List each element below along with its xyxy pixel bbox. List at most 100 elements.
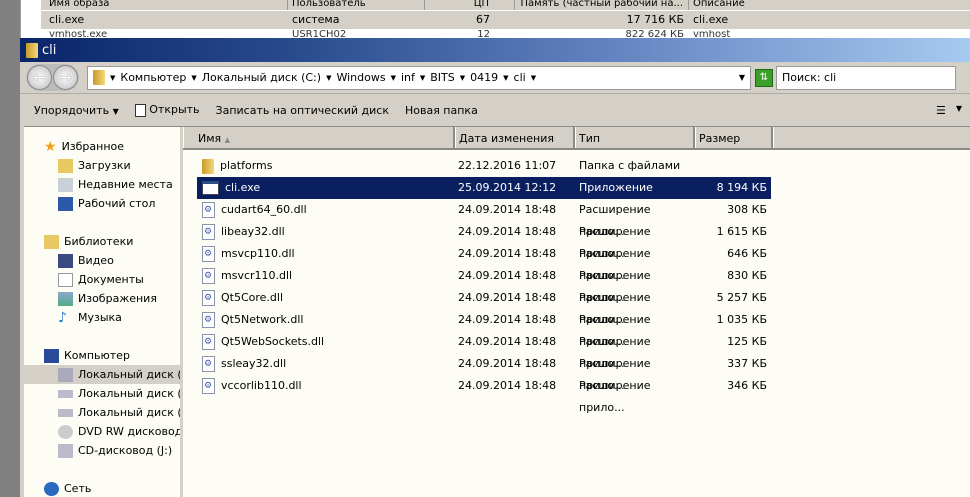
process-row[interactable]: cli.exe система 67 17 716 КБ cli.exe [41, 11, 970, 29]
column-size[interactable]: Размер [695, 127, 773, 148]
sidebar-libraries[interactable]: Библиотеки [24, 232, 180, 251]
file-name: ssleay32.dll [221, 357, 287, 370]
col-cpu[interactable]: ЦП [425, 0, 515, 10]
file-row[interactable]: vccorlib110.dll 24.09.2014 18:48 Расшире… [197, 375, 771, 414]
file-row[interactable]: ssleay32.dll 24.09.2014 18:48 Расширение… [197, 353, 771, 392]
organize-label: Упорядочить [34, 103, 110, 117]
forward-button[interactable]: → [53, 65, 78, 90]
organize-button[interactable]: Упорядочить ▼ [34, 104, 119, 117]
file-date: 24.09.2014 18:48 [458, 247, 557, 260]
sidebar-favorites[interactable]: ★ Избранное [24, 137, 180, 156]
crumb-inf[interactable]: inf [401, 71, 415, 84]
col-memory[interactable]: Память (частный рабочий на... [515, 0, 689, 10]
view-dropdown[interactable]: ▼ [956, 104, 962, 117]
sidebar-item-downloads[interactable]: Загрузки [24, 156, 180, 175]
file-size: 337 КБ [727, 357, 767, 370]
file-row[interactable]: msvcp110.dll 24.09.2014 18:48 Расширение… [197, 243, 771, 282]
title-bar[interactable]: cli [20, 38, 970, 62]
file-date: 24.09.2014 18:48 [458, 203, 557, 216]
file-type: Расширение прило... [579, 357, 651, 392]
sidebar-item-disk-c[interactable]: Локальный диск (C:) [24, 365, 180, 384]
file-row[interactable]: Qt5Network.dll 24.09.2014 18:48 Расширен… [197, 309, 771, 348]
sidebar-item-music[interactable]: ♪ Музыка [24, 308, 180, 327]
file-type: Расширение прило... [579, 379, 651, 414]
crumb-windows[interactable]: Windows [336, 71, 385, 84]
sidebar-computer[interactable]: Компьютер [24, 346, 180, 365]
file-date: 25.09.2014 12:12 [458, 181, 557, 194]
open-button[interactable]: Открыть [134, 103, 200, 117]
address-bar-row: ← → ▼ Компьютер ▼ Локальный диск (C:) ▼ Wi… [20, 62, 970, 94]
column-type[interactable]: Тип [575, 127, 695, 148]
burn-button[interactable]: Записать на оптический диск [216, 104, 389, 117]
file-size: 308 КБ [727, 203, 767, 216]
file-row[interactable]: cli.exe 25.09.2014 12:12 Приложение 8 19… [197, 177, 771, 199]
sidebar-label: Видео [78, 254, 114, 267]
chevron-icon[interactable]: ▼ [460, 74, 465, 82]
sidebar-label: Музыка [78, 311, 122, 324]
file-row[interactable]: Qt5WebSockets.dll 24.09.2014 18:48 Расши… [197, 331, 771, 370]
process-row[interactable]: vmhost.exe USR1CH02 12 822 624 КБ vmhost [41, 30, 970, 38]
refresh-button[interactable]: ⇅ [755, 68, 773, 87]
file-row[interactable]: msvcr110.dll 24.09.2014 18:48 Расширение… [197, 265, 771, 304]
sidebar-item-desktop[interactable]: Рабочий стол [24, 194, 180, 213]
file-name: libeay32.dll [221, 225, 285, 238]
crumb-bits[interactable]: BITS [430, 71, 455, 84]
sort-up-icon: ▲ [224, 136, 231, 144]
dll-file-icon [202, 221, 215, 243]
column-date[interactable]: Дата изменения [455, 127, 575, 148]
address-history-dropdown[interactable]: ▼ [739, 73, 745, 82]
col-image-name[interactable]: Имя образа [41, 0, 288, 10]
sidebar-item-disk-d[interactable]: Локальный диск (D:) [24, 384, 180, 403]
col-user[interactable]: Пользователь [288, 0, 425, 10]
folder-icon [202, 158, 214, 174]
crumb-cli[interactable]: cli [514, 71, 526, 84]
column-name[interactable]: Имя ▲ [183, 127, 455, 148]
video-icon [58, 253, 73, 268]
file-size: 346 КБ [727, 379, 767, 392]
view-icon[interactable]: ☰ [936, 104, 946, 117]
sidebar-item-disk-e[interactable]: Локальный диск (E:) [24, 403, 180, 422]
chevron-icon[interactable]: ▼ [191, 74, 196, 82]
sidebar-item-video[interactable]: Видео [24, 251, 180, 270]
crumb-disk-c[interactable]: Локальный диск (C:) [202, 71, 321, 84]
file-size: 1 035 КБ [716, 313, 767, 326]
libraries-icon [44, 234, 59, 249]
back-button[interactable]: ← [27, 65, 52, 90]
sidebar-label: Локальный диск (E:) [78, 406, 180, 419]
sidebar-network[interactable]: Сеть [24, 479, 180, 497]
new-folder-button[interactable]: Новая папка [405, 104, 478, 117]
chevron-icon[interactable]: ▼ [326, 74, 331, 82]
file-row[interactable]: platforms 22.12.2016 11:07 Папка с файла… [197, 155, 771, 177]
sidebar-item-recent[interactable]: Недавние места [24, 175, 180, 194]
sidebar-item-pictures[interactable]: Изображения [24, 289, 180, 308]
file-name: platforms [220, 159, 273, 172]
file-row[interactable]: libeay32.dll 24.09.2014 18:48 Расширение… [197, 221, 771, 260]
sidebar-label: Рабочий стол [78, 197, 156, 210]
chevron-icon[interactable]: ▼ [391, 74, 396, 82]
dll-file-icon [202, 331, 215, 353]
file-date: 24.09.2014 18:48 [458, 335, 557, 348]
process-memory: 17 716 КБ [626, 13, 684, 26]
file-row[interactable]: Qt5Core.dll 24.09.2014 18:48 Расширение … [197, 287, 771, 326]
process-desc: vmhost [693, 30, 731, 38]
file-type: Расширение прило... [579, 269, 651, 304]
sidebar-item-documents[interactable]: Документы [24, 270, 180, 289]
sidebar-label: Избранное [61, 140, 125, 153]
file-date: 24.09.2014 18:48 [458, 379, 557, 392]
crumb-0419[interactable]: 0419 [470, 71, 498, 84]
chevron-icon[interactable]: ▼ [531, 74, 536, 82]
sidebar-item-cd[interactable]: CD-дисковод (J:) [24, 441, 180, 460]
chevron-icon[interactable]: ▼ [110, 74, 115, 82]
sidebar-label: Компьютер [64, 349, 130, 362]
sidebar-item-dvd[interactable]: DVD RW дисковод (F [24, 422, 180, 441]
col-description[interactable]: Описание [689, 0, 745, 10]
file-row[interactable]: cudart64_60.dll 24.09.2014 18:48 Расшире… [197, 199, 771, 238]
chevron-down-icon: ▼ [112, 106, 119, 116]
breadcrumb[interactable]: ▼ Компьютер ▼ Локальный диск (C:) ▼ Window… [87, 65, 751, 90]
chevron-icon[interactable]: ▼ [420, 74, 425, 82]
search-input[interactable]: Поиск: cli [776, 65, 956, 90]
chevron-icon[interactable]: ▼ [503, 74, 508, 82]
file-size [695, 155, 771, 177]
dll-file-icon [202, 265, 215, 287]
crumb-computer[interactable]: Компьютер [120, 71, 186, 84]
